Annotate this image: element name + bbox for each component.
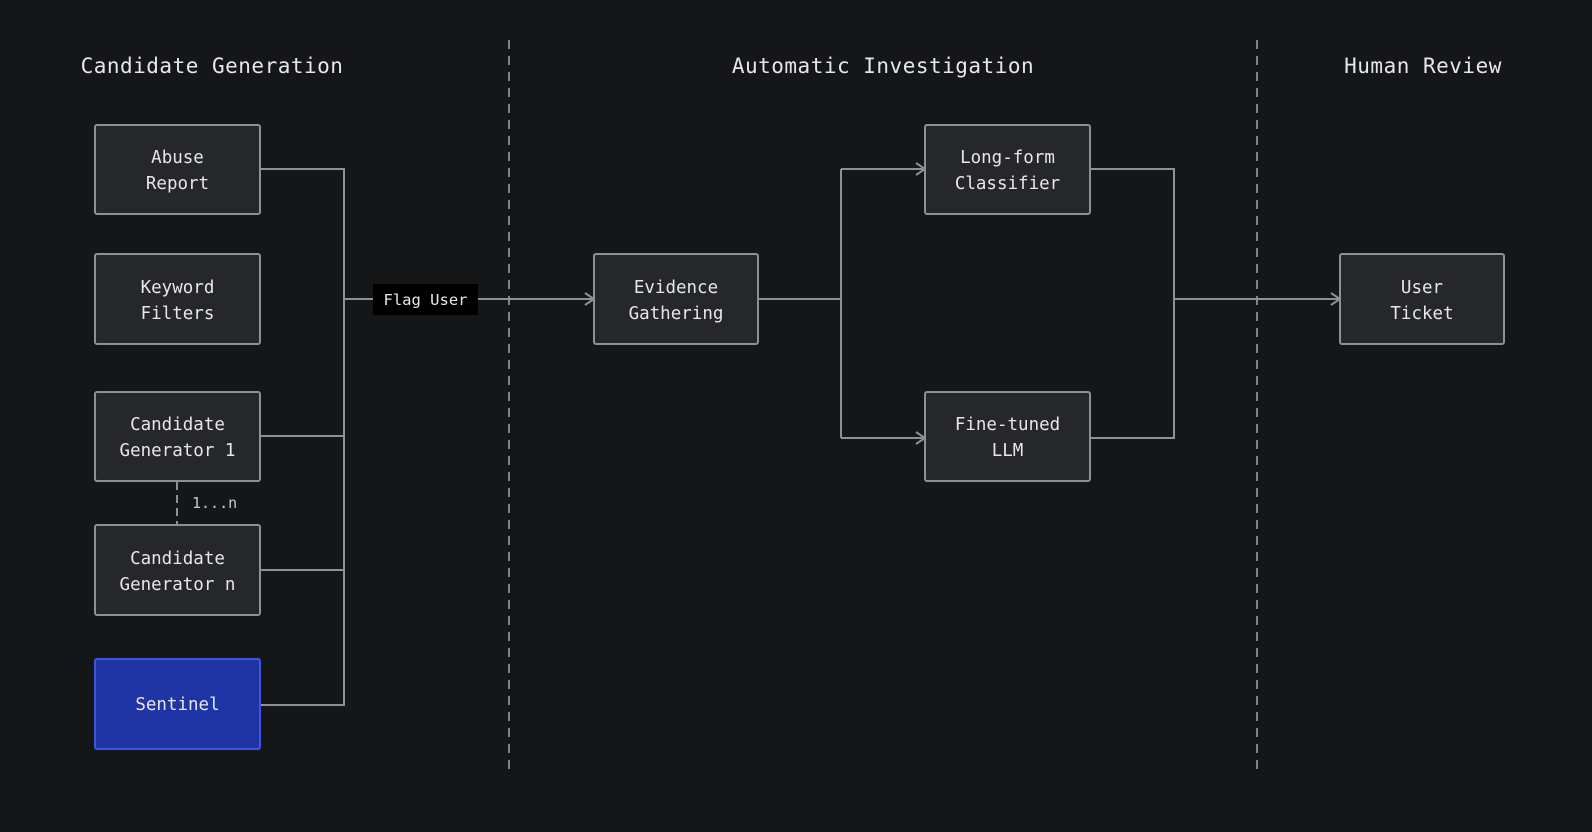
node-user-ticket-line-1: User — [1401, 278, 1443, 298]
node-keyword-filters-line-2: Filters — [141, 304, 215, 324]
generator-range-label: 1...n — [192, 494, 237, 512]
node-candidate-generator-n: Candidate Generator n — [94, 524, 261, 616]
node-long-form-classifier: Long-form Classifier — [924, 124, 1091, 215]
node-user-ticket-line-2: Ticket — [1390, 304, 1453, 324]
node-keyword-filters: Keyword Filters — [94, 253, 261, 345]
node-fine-tuned-llm-line-1: Fine-tuned — [955, 415, 1060, 435]
node-abuse-report-line-2: Report — [146, 174, 209, 194]
section-title-human-review: Human Review — [1344, 54, 1502, 78]
node-abuse-report: Abuse Report — [94, 124, 261, 215]
flag-user-label: Flag User — [384, 291, 468, 309]
node-evidence-gathering-line-2: Gathering — [629, 304, 724, 324]
node-candidate-generator-1: Candidate Generator 1 — [94, 391, 261, 482]
pipeline-diagram: Candidate Generation Automatic Investiga… — [81, 40, 1505, 770]
connector-merge-bus — [1090, 168, 1175, 439]
node-long-form-classifier-line-1: Long-form — [960, 148, 1055, 168]
node-user-ticket: User Ticket — [1339, 253, 1505, 345]
node-long-form-classifier-line-2: Classifier — [955, 174, 1060, 194]
node-keyword-filters-line-1: Keyword — [141, 278, 215, 298]
node-evidence-gathering-line-1: Evidence — [634, 278, 718, 298]
node-evidence-gathering: Evidence Gathering — [593, 253, 759, 345]
node-abuse-report-line-1: Abuse — [151, 148, 204, 168]
section-title-candidate-generation: Candidate Generation — [81, 54, 344, 78]
node-sentinel-label: Sentinel — [135, 695, 219, 715]
section-title-automatic-investigation: Automatic Investigation — [732, 54, 1034, 78]
node-fine-tuned-llm: Fine-tuned LLM — [924, 391, 1091, 482]
node-candidate-generator-n-line-2: Generator n — [120, 575, 236, 595]
node-candidate-generator-1-line-1: Candidate — [130, 415, 225, 435]
node-sentinel: Sentinel — [94, 658, 261, 750]
node-candidate-generator-1-line-2: Generator 1 — [120, 441, 236, 461]
node-candidate-generator-n-line-1: Candidate — [130, 549, 225, 569]
node-fine-tuned-llm-line-2: LLM — [992, 441, 1024, 461]
